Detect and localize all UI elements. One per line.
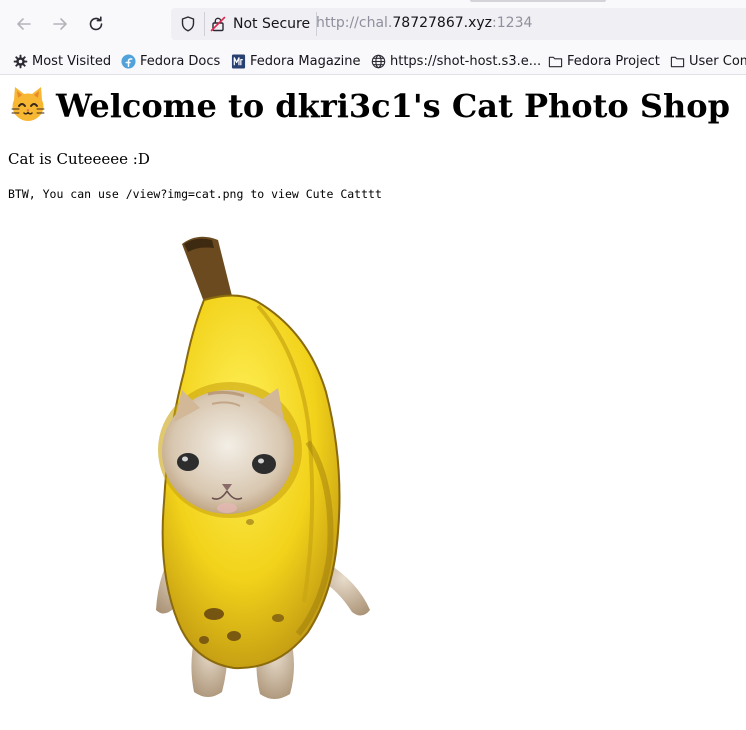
bookmark-label: Fedora Project <box>567 53 660 69</box>
page-title: Welcome to dkri3c1's Cat Photo Shop <box>8 84 730 128</box>
url-text[interactable]: http://chal.78727867.xyz:1234 <box>316 15 532 31</box>
bookmark-fedora-docs[interactable]: Fedora Docs <box>120 51 220 71</box>
bookmark-most-visited[interactable]: Most Visited <box>12 51 111 71</box>
bookmark-label: User Com <box>689 53 746 69</box>
bookmark-label: Most Visited <box>32 53 112 69</box>
subtitle: Cat is Cuteeeee :D <box>8 150 150 168</box>
forward-button[interactable] <box>46 10 74 38</box>
url-port: :1234 <box>492 15 533 31</box>
gear-icon <box>12 53 28 69</box>
url-host: 78727867.xyz <box>392 15 493 31</box>
fedora-magazine-icon <box>230 53 246 69</box>
reload-button[interactable] <box>82 10 110 38</box>
reload-icon <box>89 16 103 31</box>
globe-icon <box>370 53 386 69</box>
bookmark-label: https://shot-host.s3.e... <box>390 53 542 69</box>
not-secure-label: Not Secure <box>233 16 311 32</box>
tracking-protection-shield-icon[interactable] <box>179 15 197 33</box>
tab-strip-edge <box>470 0 606 2</box>
back-button[interactable] <box>10 10 38 38</box>
arrow-left-icon <box>17 18 31 30</box>
browser-toolbar: Not Secure http://chal.78727867.xyz:1234 <box>0 0 746 48</box>
bookmarks-toolbar: Most Visited Fedora Docs Fedora Magazine <box>0 48 746 75</box>
fedora-icon <box>120 53 136 69</box>
url-prefix: http://chal. <box>316 15 393 31</box>
bookmark-fedora-magazine[interactable]: Fedora Magazine <box>230 51 361 71</box>
bookmark-fedora-project[interactable]: Fedora Project <box>547 51 660 71</box>
insecure-lock-icon <box>210 16 226 32</box>
page-title-text: Welcome to dkri3c1's Cat Photo Shop <box>56 87 730 125</box>
folder-icon <box>547 53 563 69</box>
security-indicator[interactable]: Not Secure <box>204 12 318 36</box>
bookmark-user-com[interactable]: User Com <box>669 51 746 71</box>
arrow-right-icon <box>53 18 67 30</box>
bookmark-label: Fedora Docs <box>140 53 221 69</box>
cat-face-icon <box>11 87 45 121</box>
folder-icon <box>669 53 685 69</box>
bookmark-label: Fedora Magazine <box>250 53 361 69</box>
bookmark-shot-host[interactable]: https://shot-host.s3.e... <box>370 51 541 71</box>
banana-cat-image <box>8 222 508 722</box>
view-endpoint-hint: BTW, You can use /view?img=cat.png to vi… <box>8 187 382 201</box>
url-bar[interactable]: Not Secure http://chal.78727867.xyz:1234 <box>171 8 746 40</box>
